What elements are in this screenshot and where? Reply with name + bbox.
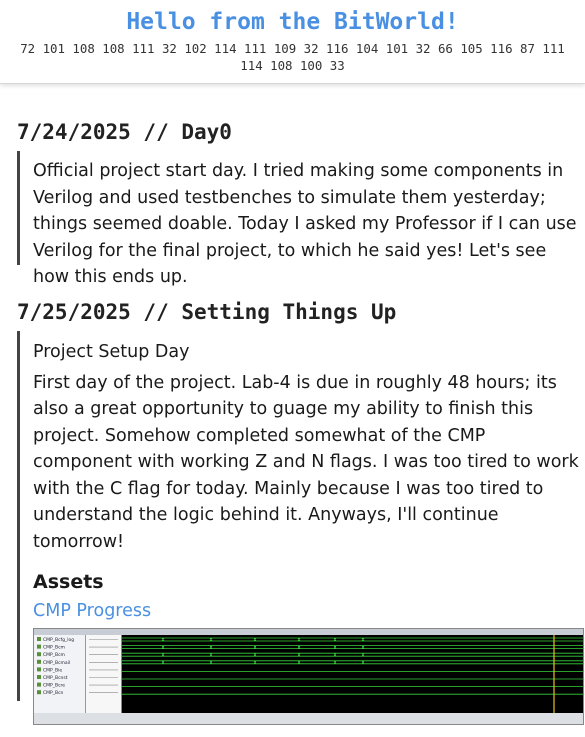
signal-name: CMP_Bcm <box>43 652 65 658</box>
cmp-progress-link[interactable]: CMP Progress <box>33 598 151 624</box>
sim-waveform-area <box>122 635 583 713</box>
signal-name: CMP_Bcmail <box>43 660 70 666</box>
entry-title-day0: 7/24/2025 // Day0 <box>17 120 232 144</box>
signal-icon <box>37 667 41 672</box>
entry-paragraph: First day of the project. Lab-4 is due i… <box>33 372 579 552</box>
signal-name: CMP_Bie <box>43 667 62 673</box>
signal-name: CMP_Bcnst <box>43 675 68 681</box>
entry-title-setup: 7/25/2025 // Setting Things Up <box>17 300 397 324</box>
signal-names-svg: CMP_Bcfg_logCMP_BcmCMP_BcmCMP_BcmailCMP_… <box>37 637 74 696</box>
signal-icon <box>37 644 41 649</box>
signal-waveform <box>122 652 583 657</box>
site-header: Hello from the BitWorld! 72 101 108 108 … <box>0 0 585 84</box>
entry-paragraph: Official project start day. I tried maki… <box>33 161 577 287</box>
signal-icon <box>37 659 41 664</box>
signal-values-svg <box>89 639 118 694</box>
sim-value-column <box>86 635 122 713</box>
sim-timeline <box>34 713 583 724</box>
signal-icon <box>37 652 41 657</box>
signal-name: CMP_Bcre <box>43 683 65 689</box>
site-subtitle-ascii: 72 101 108 108 111 32 102 114 111 109 32… <box>20 41 565 73</box>
signal-name: CMP_Bcn <box>43 690 64 696</box>
signal-icon <box>37 682 41 687</box>
signal-icon <box>37 690 41 695</box>
signal-icon <box>37 675 41 679</box>
site-title: Hello from the BitWorld! <box>126 9 459 35</box>
signal-waveform <box>122 645 583 649</box>
signal-waveform <box>122 637 583 642</box>
cmp-waveform-screenshot[interactable]: CMP_Bcfg_log CMP_Bcm CMP_Bcm CMP_Bcmail CMP_… <box>33 628 584 725</box>
signal-name: CMP_Bcm <box>43 645 65 651</box>
assets-heading: Assets <box>33 571 104 593</box>
entry-body-day0: Official project start day. I tried maki… <box>17 151 585 287</box>
signal-waveform <box>122 660 583 665</box>
signal-icon <box>37 637 41 641</box>
entry-subheading: Project Setup Day <box>33 342 190 362</box>
waveform-svg <box>122 635 583 713</box>
sim-signal-list: CMP_Bcfg_log CMP_Bcm CMP_Bcm CMP_Bcmail CMP_… <box>34 635 86 713</box>
signal-name: CMP_Bcfg_log <box>43 637 74 643</box>
entry-body-setup: Project Setup Day First day of the proje… <box>17 331 585 725</box>
